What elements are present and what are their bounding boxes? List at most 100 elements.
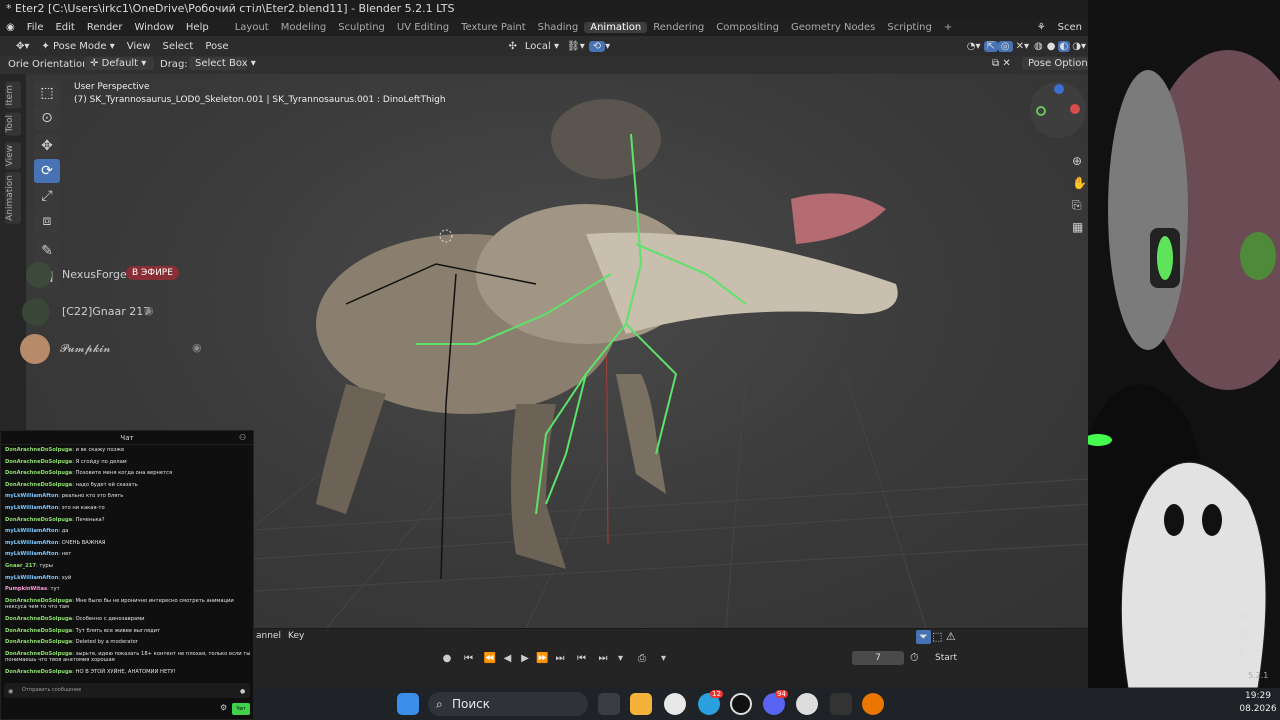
overlay-icon[interactable]: ◎ [997,40,1013,52]
shading-rendered-icon[interactable]: ◑▾ [1070,41,1088,52]
tab-compositing[interactable]: Compositing [710,22,785,33]
orientation-dropdown[interactable]: ✛ Default ▾ [84,57,154,70]
navigation-gizmo[interactable] [1030,82,1086,138]
shading-wireframe-icon[interactable]: ◍ [1032,41,1045,52]
annotate-tool-icon[interactable]: ✎ [34,239,60,263]
proportional-edit-icon[interactable]: ⟲ [588,40,606,52]
proportional-dropdown-icon[interactable]: ▾ [605,41,610,52]
play-icon[interactable]: ▶ [518,652,532,666]
pin-icon[interactable]: ⧉ ✕ [992,58,1011,69]
zoom-icon[interactable]: ⊕ [1072,150,1087,172]
transform-pivot-icon[interactable]: ✣ [505,41,521,52]
tab-scripting[interactable]: Scripting [881,22,937,33]
tab-rendering[interactable]: Rendering [647,22,710,33]
tab-tool[interactable]: Tool [5,112,21,136]
blender-logo-icon[interactable]: ◉ [0,22,21,33]
add-workspace-icon[interactable]: + [938,22,958,33]
chat-username[interactable]: DonArachneDoSolpuga [5,482,72,488]
menu-help[interactable]: Help [180,22,215,33]
current-frame-field[interactable]: 7 [852,651,904,665]
telegram-icon[interactable]: 12 [698,690,723,715]
filter-options-icon[interactable]: ⬚ ⚠ [932,630,956,643]
next-keyframe-icon[interactable]: ⏩ [536,652,550,666]
key-menu[interactable]: Key [288,631,304,641]
select-box-tool-icon[interactable]: ⬚ [34,81,60,105]
tab-item[interactable]: Item [5,82,21,109]
dinosaur-model[interactable] [316,99,898,569]
chat-settings-icon[interactable]: ⚙ [220,703,227,712]
chat-username[interactable]: myLkWilliamAfton [5,575,58,581]
record-icon[interactable]: ● [440,652,454,666]
discord-icon[interactable]: 94 [763,690,788,715]
move-tool-icon[interactable]: ✥ [34,134,60,158]
tab-uv-editing[interactable]: UV Editing [391,22,455,33]
jump-end-icon[interactable]: ⏭ [553,652,567,666]
keying-set-icon[interactable]: ⎙ [631,652,653,666]
tab-shading[interactable]: Shading [532,22,585,33]
chat-username[interactable]: PumpkinWitas [5,586,47,592]
drag-dropdown[interactable]: Select Box ▾ [189,57,256,70]
chat-username[interactable]: DonArachneDoSolpuga [5,447,72,453]
gear-icon[interactable]: ⚙ [1238,626,1248,644]
pan-hand-icon[interactable]: ✋ [1072,172,1087,194]
menu-view[interactable]: View [121,41,157,52]
menu-file[interactable]: File [21,22,50,33]
tab-texture-paint[interactable]: Texture Paint [455,22,532,33]
chat-username[interactable]: DonArachneDoSolpuga [5,517,72,523]
tab-view[interactable]: View [5,142,21,170]
chat-username[interactable]: myLkWilliamAfton [5,505,58,511]
tab-geometry-nodes[interactable]: Geometry Nodes [785,22,881,33]
keying-set-dropdown-icon[interactable]: ▾ [657,652,671,666]
taskbar-search[interactable]: ⌕ Поиск [428,692,588,716]
chat-username[interactable]: Gnaar_217 [5,563,36,569]
grid-view-icon[interactable]: ▦ [1072,216,1087,238]
chat-username[interactable]: DonArachneDoSolpuga [5,651,72,657]
system-clock[interactable]: 19:29 08.2026 [1236,690,1280,718]
keying-prev-icon[interactable]: ⏮ [571,652,593,666]
tab-animation[interactable]: Animation [584,21,648,33]
mode-selector[interactable]: ✦ Pose Mode ▾ [35,41,120,52]
chat-send-button[interactable]: Чат [232,703,250,715]
camera-icon[interactable]: ⎘ [1072,194,1087,216]
chat-username[interactable]: DonArachneDoSolpuga [5,616,72,622]
jump-start-icon[interactable]: ⏮ [458,652,480,666]
editor-type-icon[interactable]: ✥▾ [10,41,35,52]
chat-username[interactable]: DonArachneDoSolpuga [5,628,72,634]
xray-icon[interactable]: ✕▾ [1013,41,1032,52]
tab-animation-side[interactable]: Animation [5,172,21,224]
tab-layout[interactable]: Layout [229,22,275,33]
chat-username[interactable]: myLkWilliamAfton [5,540,58,546]
chat-username[interactable]: DonArachneDoSolpuga [5,598,72,604]
menu-render[interactable]: Render [81,22,129,33]
gear-icon[interactable]: ⚙ [1238,644,1248,662]
menu-edit[interactable]: Edit [49,22,80,33]
snap-icon[interactable]: ⛓▾ [563,41,589,52]
scene-icon[interactable]: ⚘ [1031,22,1052,33]
keying-dropdown-icon[interactable]: ▾ [614,652,628,666]
start-frame-label[interactable]: Start [935,651,957,665]
tab-modeling[interactable]: Modeling [275,22,333,33]
scale-tool-icon[interactable]: ⤢ [34,184,60,208]
chat-username[interactable]: myLkWilliamAfton [5,528,58,534]
chat-input[interactable]: Отправить сообщение [4,683,250,698]
stopwatch-icon[interactable]: ⏱ [910,651,919,665]
start-button-icon[interactable] [397,693,419,715]
gizmo-x-icon[interactable] [1070,104,1080,114]
tab-sculpting[interactable]: Sculpting [332,22,391,33]
media-player-icon[interactable] [796,693,818,715]
transform-tool-icon[interactable]: ⧈ [34,209,60,233]
play-reverse-icon[interactable]: ◀ [501,652,515,666]
terminal-icon[interactable] [830,693,852,715]
gizmo-z-icon[interactable] [1054,84,1064,94]
cursor-tool-icon[interactable]: ⊙ [34,106,60,130]
scene-selector[interactable]: Scen [1052,22,1088,33]
gear-icon[interactable]: ⚙ [1238,608,1248,626]
chrome-icon[interactable] [664,693,686,715]
menu-window[interactable]: Window [128,22,179,33]
menu-select[interactable]: Select [157,41,200,52]
emote-icon[interactable]: ◉ [8,688,13,695]
chat-username[interactable]: DonArachneDoSolpuga [5,669,72,675]
chat-username[interactable]: myLkWilliamAfton [5,493,58,499]
channel-menu[interactable]: annel [256,631,281,641]
obs-icon[interactable] [730,693,752,715]
